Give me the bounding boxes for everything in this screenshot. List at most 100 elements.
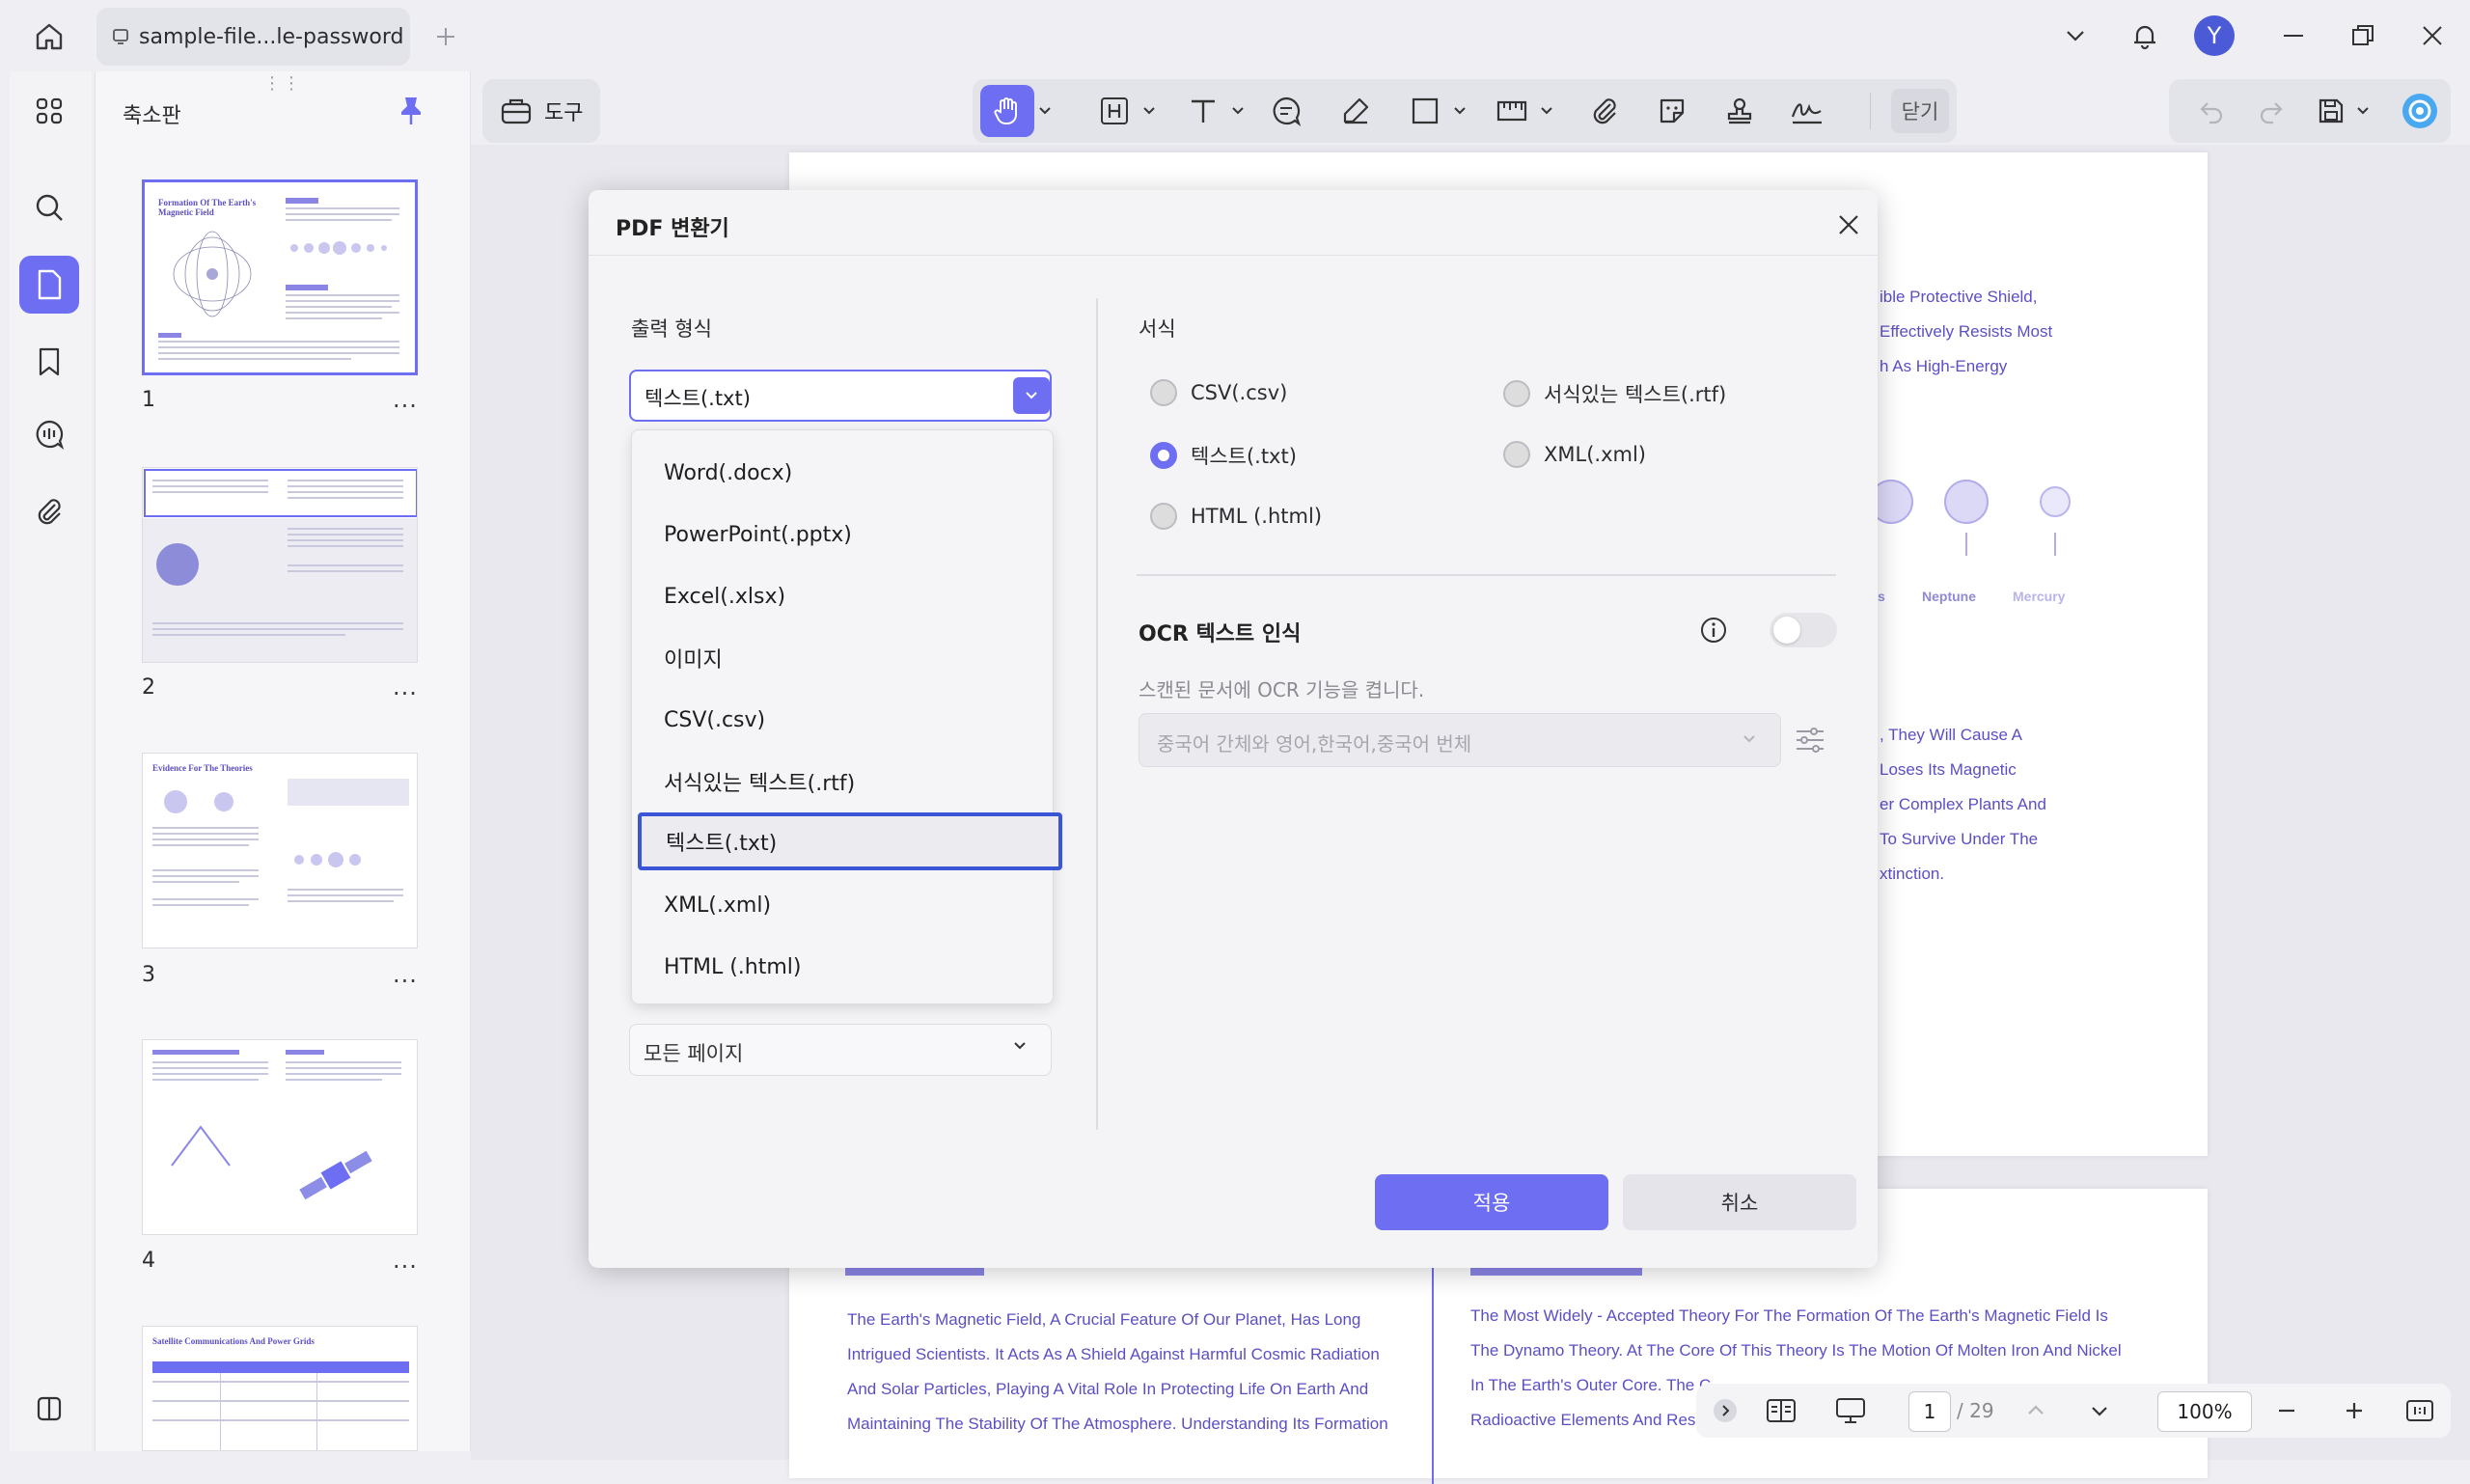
output-format-select[interactable]: 텍스트(.txt) bbox=[629, 370, 1052, 422]
sticker-icon[interactable] bbox=[1648, 85, 1696, 137]
sliders-settings-icon[interactable] bbox=[1793, 723, 1827, 757]
attachment-tool-icon[interactable] bbox=[1580, 85, 1629, 137]
minimize-icon[interactable] bbox=[2269, 14, 2318, 58]
undo-icon[interactable] bbox=[2190, 85, 2233, 137]
current-page-input[interactable]: 1 bbox=[1908, 1391, 1951, 1432]
hand-dropdown-chevron-icon[interactable] bbox=[1034, 85, 1056, 137]
format-option-xml[interactable]: XML(.xml) bbox=[632, 874, 1053, 936]
ocr-language-select[interactable]: 중국어 간체와 영어,한국어,중국어 번체 bbox=[1139, 713, 1781, 767]
radio-button[interactable] bbox=[1150, 503, 1177, 530]
thumbnail-more-icon[interactable]: ... bbox=[393, 961, 418, 988]
theme-toggle-icon[interactable] bbox=[19, 1380, 79, 1438]
radio-button[interactable] bbox=[1503, 380, 1530, 407]
redo-icon[interactable] bbox=[2250, 85, 2292, 137]
actual-size-icon[interactable] bbox=[2399, 1391, 2441, 1430]
document-text-line: Loses Its Magnetic bbox=[1880, 760, 2017, 779]
format-option-rtf[interactable]: 서식있는 텍스트(.rtf) bbox=[632, 751, 1053, 812]
measure-ruler-icon[interactable] bbox=[1488, 85, 1536, 137]
text-dropdown-chevron-icon[interactable] bbox=[1227, 85, 1249, 137]
radio-button[interactable] bbox=[1503, 441, 1530, 468]
zoom-level[interactable]: 100% bbox=[2157, 1391, 2252, 1432]
file-tab-title: sample-file...le-password bbox=[139, 24, 404, 49]
page-thumbnail-2[interactable] bbox=[142, 467, 418, 663]
tools-label: 도구 bbox=[544, 101, 584, 125]
text-tool-icon[interactable] bbox=[1179, 85, 1227, 137]
radio-option-xml[interactable]: XML(.xml) bbox=[1503, 441, 1646, 468]
radio-button-selected[interactable] bbox=[1150, 442, 1177, 469]
ocr-toggle-switch[interactable] bbox=[1770, 613, 1837, 647]
chevron-down-icon[interactable] bbox=[2051, 14, 2100, 58]
next-page-icon[interactable] bbox=[2080, 1391, 2119, 1430]
format-option-html[interactable]: HTML (.html) bbox=[632, 936, 1053, 998]
zoom-in-icon[interactable] bbox=[2335, 1391, 2374, 1430]
apply-button[interactable]: 적용 bbox=[1375, 1174, 1608, 1230]
presentation-icon[interactable] bbox=[1829, 1391, 1872, 1430]
thumbnail-page-number: 3 bbox=[142, 963, 155, 987]
info-icon[interactable] bbox=[1698, 615, 1729, 646]
reading-mode-icon[interactable] bbox=[1760, 1391, 1802, 1430]
thumbnail-more-icon[interactable]: ... bbox=[393, 673, 418, 701]
heading-dropdown-chevron-icon[interactable] bbox=[1139, 85, 1160, 137]
document-tab-icon bbox=[113, 29, 128, 44]
new-tab-icon[interactable] bbox=[428, 19, 463, 54]
highlighter-icon[interactable] bbox=[1331, 85, 1380, 137]
comment-icon[interactable] bbox=[19, 405, 79, 463]
format-option-image[interactable]: 이미지 bbox=[632, 627, 1053, 689]
format-option-xlsx[interactable]: Excel(.xlsx) bbox=[632, 565, 1053, 627]
section-divider bbox=[1137, 574, 1836, 576]
page-range-select[interactable]: 모든 페이지 bbox=[629, 1024, 1052, 1076]
apps-grid-icon[interactable] bbox=[19, 82, 79, 140]
tools-button[interactable]: 도구 bbox=[482, 79, 600, 143]
panel-drag-handle[interactable]: ⋮⋮ bbox=[263, 73, 302, 94]
document-text-line: , They Will Cause A bbox=[1880, 726, 2023, 744]
stamp-icon[interactable] bbox=[1715, 85, 1764, 137]
file-tab[interactable]: sample-file...le-password bbox=[96, 8, 410, 66]
save-dropdown-chevron-icon[interactable] bbox=[2352, 85, 2374, 137]
ai-assistant-icon[interactable] bbox=[2397, 85, 2443, 137]
attachment-icon[interactable] bbox=[19, 482, 79, 540]
heading-tool-icon[interactable] bbox=[1090, 85, 1139, 137]
format-option-csv[interactable]: CSV(.csv) bbox=[632, 689, 1053, 751]
signature-icon[interactable] bbox=[1783, 85, 1831, 137]
shape-dropdown-chevron-icon[interactable] bbox=[1449, 85, 1470, 137]
page-thumbnail-5[interactable]: Satellite Communications And Power Grids bbox=[142, 1326, 418, 1451]
zoom-out-icon[interactable] bbox=[2267, 1391, 2306, 1430]
format-option-pptx[interactable]: PowerPoint(.pptx) bbox=[632, 504, 1053, 565]
thumbnail-more-icon[interactable]: ... bbox=[393, 1247, 418, 1274]
notification-bell-icon[interactable] bbox=[2121, 14, 2169, 58]
expand-arrow-icon[interactable] bbox=[1710, 1391, 1741, 1430]
thumbnail-more-icon[interactable]: ... bbox=[393, 386, 418, 413]
ocr-language-value: 중국어 간체와 영어,한국어,중국어 번체 bbox=[1157, 732, 1472, 756]
pages-thumbnail-icon[interactable] bbox=[19, 256, 79, 314]
radio-option-rtf[interactable]: 서식있는 텍스트(.rtf) bbox=[1503, 379, 1726, 408]
search-icon[interactable] bbox=[19, 179, 79, 236]
dialog-close-icon[interactable] bbox=[1831, 207, 1866, 242]
restore-icon[interactable] bbox=[2339, 14, 2387, 58]
measure-dropdown-chevron-icon[interactable] bbox=[1536, 85, 1557, 137]
radio-option-csv[interactable]: CSV(.csv) bbox=[1150, 379, 1287, 406]
cancel-button[interactable]: 취소 bbox=[1623, 1174, 1856, 1230]
radio-option-txt[interactable]: 텍스트(.txt) bbox=[1150, 441, 1297, 470]
pin-icon[interactable] bbox=[397, 95, 425, 127]
page-thumbnail-1[interactable]: Formation Of The Earth's Magnetic Field bbox=[142, 179, 418, 375]
page-thumbnail-4[interactable] bbox=[142, 1039, 418, 1235]
format-option-docx[interactable]: Word(.docx) bbox=[632, 442, 1053, 504]
chevron-down-icon bbox=[1012, 1038, 1028, 1054]
rectangle-shape-icon[interactable] bbox=[1401, 85, 1449, 137]
home-icon[interactable] bbox=[27, 17, 71, 56]
radio-button[interactable] bbox=[1150, 379, 1177, 406]
save-icon[interactable] bbox=[2310, 85, 2352, 137]
toolbox-icon bbox=[501, 98, 532, 124]
ocr-title: OCR 텍스트 인식 bbox=[1139, 622, 1302, 646]
page-thumbnail-3[interactable]: Evidence For The Theories bbox=[142, 753, 418, 948]
radio-option-html[interactable]: HTML (.html) bbox=[1150, 503, 1322, 530]
bookmark-icon[interactable] bbox=[19, 333, 79, 391]
comment-tool-icon[interactable] bbox=[1262, 85, 1310, 137]
chevron-down-icon[interactable] bbox=[1013, 377, 1050, 414]
previous-page-icon[interactable] bbox=[2017, 1391, 2055, 1430]
close-window-icon[interactable] bbox=[2408, 14, 2456, 58]
format-option-txt[interactable]: 텍스트(.txt) bbox=[638, 812, 1062, 870]
user-avatar[interactable]: Y bbox=[2194, 15, 2235, 56]
close-edit-button[interactable]: 닫기 bbox=[1891, 89, 1949, 133]
hand-tool-button[interactable] bbox=[980, 85, 1034, 137]
